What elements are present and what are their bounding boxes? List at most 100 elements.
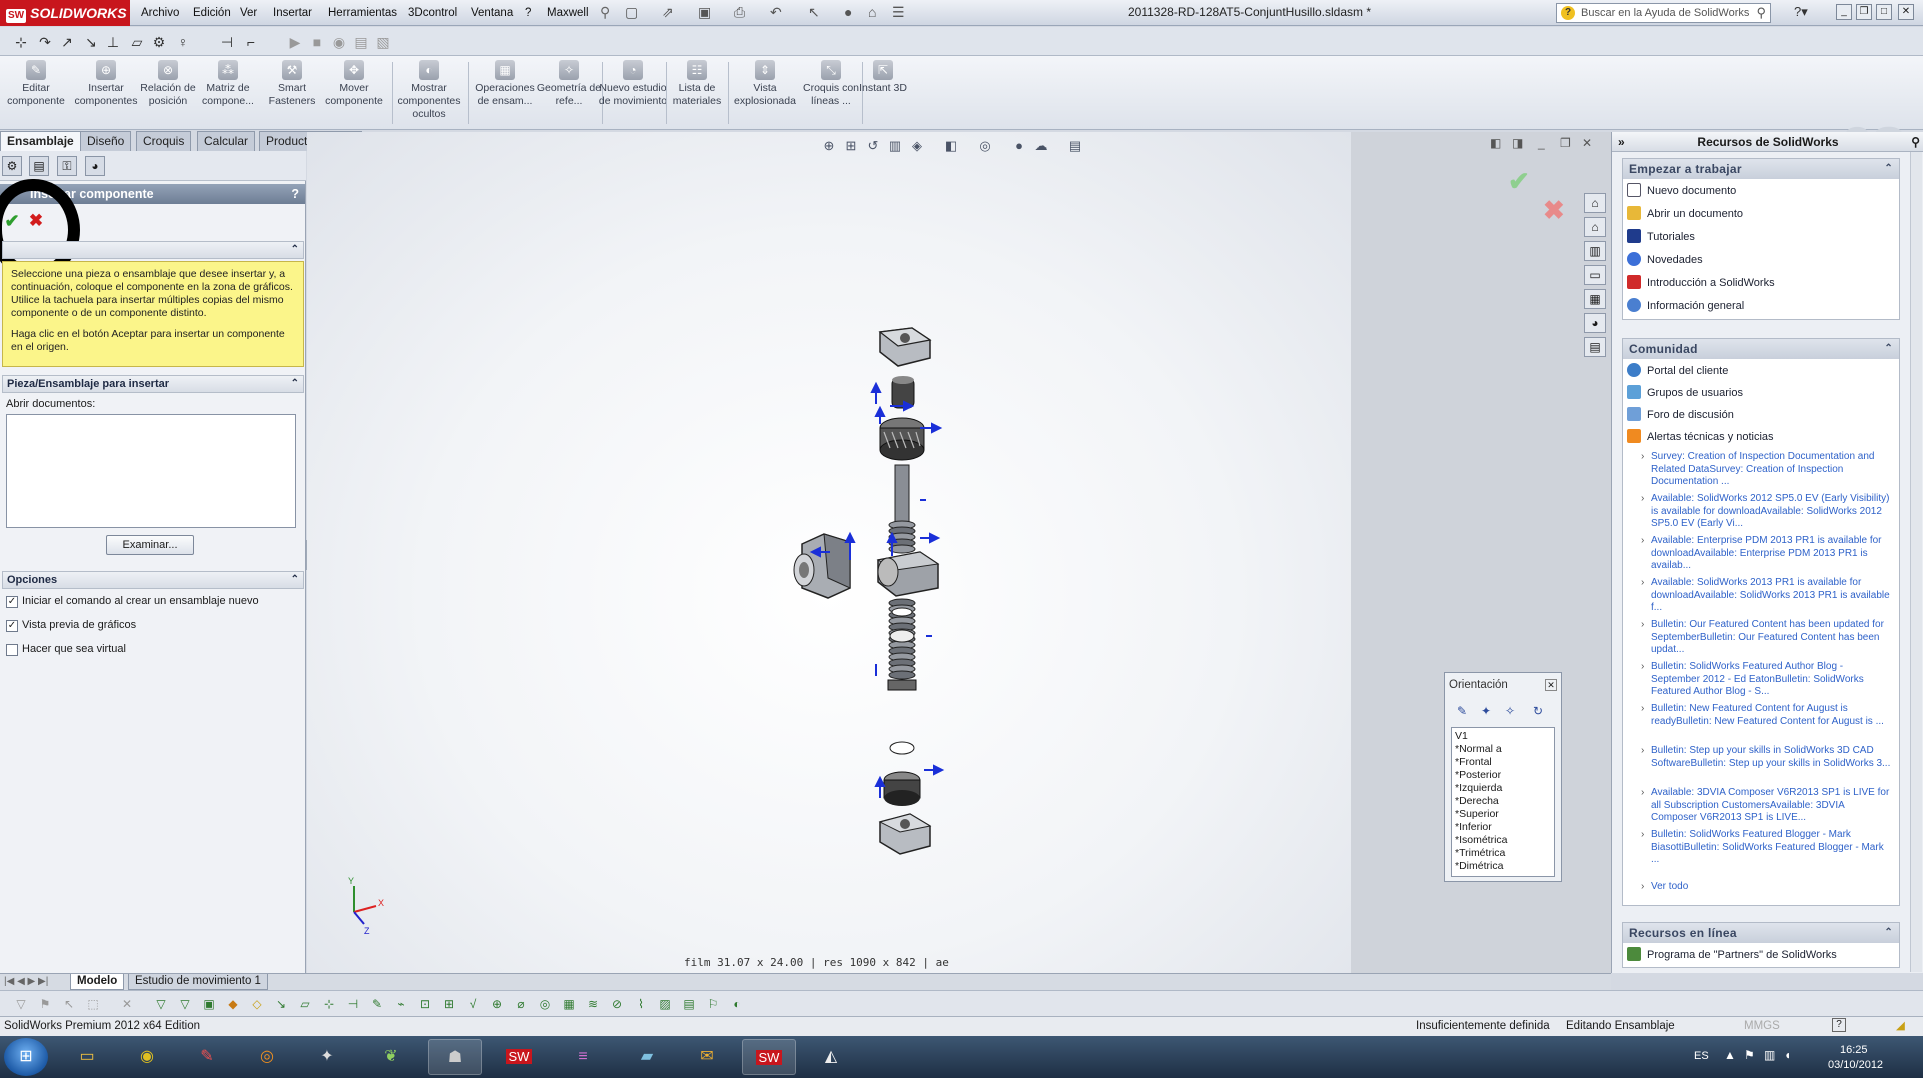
notepad-icon[interactable]: ▰: [620, 1039, 674, 1075]
zoom-area-icon[interactable]: ⊞: [842, 137, 860, 155]
maximize-button[interactable]: □: [1876, 4, 1892, 20]
property-manager-icon[interactable]: ▤: [29, 156, 49, 176]
discussion-forum-link[interactable]: Foro de discusión: [1627, 405, 1734, 425]
view-item[interactable]: *Normal a: [1455, 743, 1551, 756]
library-tab-icon[interactable]: ▥: [1584, 241, 1606, 261]
pin-icon[interactable]: ⚲: [1911, 132, 1920, 152]
new-view-icon[interactable]: ✦: [1477, 703, 1495, 719]
restore-button[interactable]: ❐: [1856, 4, 1872, 20]
collapse-icon[interactable]: ⌃: [291, 572, 299, 588]
menu-ventana[interactable]: Ventana: [464, 4, 520, 22]
open-doc-icon[interactable]: ⇗: [662, 4, 674, 21]
filter-plane-icon[interactable]: ▱: [296, 995, 314, 1013]
show-hidden-button[interactable]: ◐ Mostrar componentes ocultos: [392, 60, 466, 121]
news-link[interactable]: › Bulletin: New Featured Content for Augu…: [1641, 703, 1891, 728]
filter-block-icon[interactable]: ▦: [560, 995, 578, 1013]
save-icon[interactable]: ▣: [698, 4, 711, 21]
print-icon[interactable]: ⎙: [734, 4, 745, 21]
options-section-header[interactable]: Opciones ⌃: [2, 571, 304, 589]
resources-tab-icon[interactable]: ⌂: [1584, 193, 1606, 213]
task-pane-scrollbar[interactable]: [1910, 152, 1922, 972]
line-icon[interactable]: ↗: [58, 33, 76, 51]
component-pattern-button[interactable]: ⁂ Matriz de compone...: [190, 60, 266, 108]
filter-dimension-icon[interactable]: ⊣: [344, 995, 362, 1013]
view-item[interactable]: *Isométrica: [1455, 834, 1551, 847]
update-view-icon[interactable]: ✧: [1501, 703, 1519, 719]
file-explorer-tab-icon[interactable]: ▭: [1584, 265, 1606, 285]
view-item[interactable]: V1: [1455, 730, 1551, 743]
select-arrow-icon[interactable]: ↖: [60, 995, 78, 1013]
stop-icon[interactable]: ■: [308, 33, 326, 51]
filter-axis-icon[interactable]: ↘: [272, 995, 290, 1013]
help-icon[interactable]: ?: [291, 184, 299, 204]
collapse-pane-icon[interactable]: »: [1618, 132, 1625, 152]
solidworks-active-icon[interactable]: SW: [742, 1039, 796, 1075]
blender-icon[interactable]: ◎: [240, 1039, 294, 1075]
reference-geometry-button[interactable]: ✧ Geometría de refe...: [534, 60, 604, 108]
network-icon[interactable]: ▥: [1764, 1048, 1775, 1062]
tab-motion-study[interactable]: Estudio de movimiento 1: [128, 974, 268, 990]
home-tab-icon[interactable]: ⌂: [1584, 217, 1606, 237]
language-indicator[interactable]: ES: [1694, 1050, 1709, 1062]
kerkythea-icon[interactable]: ✦: [300, 1039, 354, 1075]
feature-tree-icon[interactable]: ⚙: [2, 156, 22, 176]
new-document-link[interactable]: Nuevo documento: [1627, 181, 1736, 201]
menu-edicion[interactable]: Edición: [186, 4, 238, 22]
menu-ver[interactable]: Ver: [233, 4, 264, 22]
viewport-close-button[interactable]: ✕: [1582, 136, 1592, 150]
filter-table-icon[interactable]: ▤: [680, 995, 698, 1013]
make-virtual-checkbox[interactable]: [6, 644, 18, 656]
filter-datum-icon[interactable]: ⊡: [416, 995, 434, 1013]
collapse-icon[interactable]: ⌃: [291, 376, 299, 392]
news-link[interactable]: › Survey: Creation of Inspection Document…: [1641, 451, 1891, 489]
help-icon[interactable]: ?: [1832, 1018, 1846, 1032]
filter-balloon-icon[interactable]: ◎: [536, 995, 554, 1013]
display-manager-icon[interactable]: ◕: [85, 156, 105, 176]
view-item[interactable]: *Dimétrica: [1455, 860, 1551, 873]
undo-icon[interactable]: ↶: [770, 4, 782, 21]
clock-date[interactable]: 03/10/2012: [1828, 1059, 1883, 1071]
arc-icon[interactable]: ↷: [36, 33, 54, 51]
edit-component-button[interactable]: ✎ Editar componente: [0, 60, 72, 108]
move-component-button[interactable]: ✥ Mover componente: [318, 60, 390, 108]
select-icon[interactable]: ↖: [808, 4, 820, 21]
getting-started-header[interactable]: Empezar a trabajar ⌃: [1623, 159, 1899, 179]
leaf-app-icon[interactable]: ❦: [364, 1039, 418, 1075]
filter-surface-finish-icon[interactable]: √: [464, 995, 482, 1013]
view-orientation-icon[interactable]: ◈: [908, 137, 926, 155]
news-link[interactable]: › Bulletin: SolidWorks Featured Blogger -…: [1641, 829, 1891, 867]
start-button[interactable]: ⊞: [4, 1038, 48, 1076]
reset-view-icon[interactable]: ↻: [1529, 703, 1547, 719]
view-item[interactable]: *Izquierda: [1455, 782, 1551, 795]
search-icon[interactable]: ⚲: [1756, 4, 1766, 22]
filter-datum-target-icon[interactable]: ◐: [728, 995, 746, 1013]
confirm-ok-icon[interactable]: ✔: [1508, 166, 1530, 197]
mail-icon[interactable]: ✉: [680, 1039, 734, 1075]
tab-croquis[interactable]: Croquis: [136, 131, 192, 151]
instant3d-button[interactable]: ⇱ Instant 3D: [850, 60, 916, 95]
bom-button[interactable]: ☷ Lista de materiales: [662, 60, 732, 108]
menu-archivo[interactable]: Archivo: [134, 4, 186, 22]
view-item[interactable]: *Derecha: [1455, 795, 1551, 808]
gimp-icon[interactable]: ☗: [428, 1039, 482, 1075]
step-icon[interactable]: ⌐: [242, 33, 260, 51]
community-header[interactable]: Comunidad ⌃: [1623, 339, 1899, 359]
filter-revision-icon[interactable]: ⚐: [704, 995, 722, 1013]
apply-scene-icon[interactable]: ☁: [1032, 137, 1050, 155]
pen-tool-icon[interactable]: ✎: [180, 1039, 234, 1075]
solidworks-logo[interactable]: SW SOLIDWORKS: [0, 0, 130, 26]
filter-weld-bead-icon[interactable]: ⌇: [632, 995, 650, 1013]
frame2-icon[interactable]: ▧: [374, 33, 392, 51]
stacked-books-icon[interactable]: ≡: [556, 1039, 610, 1075]
filter-vertex-icon[interactable]: ▽: [152, 995, 170, 1013]
tab-ensamblaje[interactable]: Ensamblaje: [0, 131, 81, 151]
flag-icon[interactable]: ⚑: [1744, 1048, 1755, 1062]
rebuild-icon[interactable]: ●: [844, 4, 852, 20]
graphics-preview-checkbox[interactable]: ✓: [6, 620, 18, 632]
appearances-tab-icon[interactable]: ◕: [1584, 313, 1606, 333]
file-properties-icon[interactable]: ⌂: [868, 4, 876, 20]
point-icon[interactable]: ⊹: [12, 33, 30, 51]
filter-hole-callout-icon[interactable]: ⌀: [512, 995, 530, 1013]
cog-icon[interactable]: ⚙: [150, 33, 168, 51]
push-pin-icon[interactable]: ✎: [1453, 703, 1471, 719]
